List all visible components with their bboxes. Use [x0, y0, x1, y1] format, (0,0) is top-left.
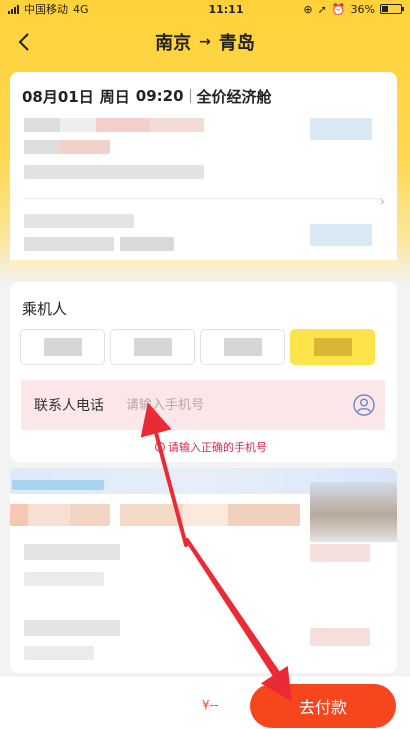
network-type: 4G	[73, 2, 89, 16]
contact-phone-row: 联系人电话	[21, 380, 385, 430]
battery-icon	[379, 4, 404, 14]
alarm-icon: ⏰	[331, 2, 346, 16]
blurred-passenger-name	[43, 338, 82, 356]
blurred-row	[24, 544, 120, 560]
blurred-row	[310, 628, 370, 646]
contact-picker-icon[interactable]	[353, 394, 375, 416]
blurred-row	[24, 620, 120, 636]
flight-summary: 08月01日 周日 09:20 全价经济舱	[10, 72, 397, 120]
flight-weekday: 周日	[99, 87, 130, 106]
flight-card[interactable]: 08月01日 周日 09:20 全价经济舱 ›	[10, 72, 397, 268]
blurred-passenger-name	[133, 338, 172, 356]
blurred-banner	[12, 480, 104, 490]
blurred-passenger-name	[223, 338, 262, 356]
signal-icon	[8, 4, 19, 14]
blurred-banner	[310, 482, 397, 542]
carrier-name: 中国移动	[24, 3, 68, 16]
card-divider	[24, 198, 384, 199]
blurred-flight-detail	[24, 214, 134, 228]
divider	[189, 89, 191, 103]
route-to: 青岛	[218, 33, 255, 54]
page-title: 南京 → 青岛	[155, 29, 255, 55]
card-bottom-fade	[10, 260, 397, 268]
total-price: ¥--	[202, 698, 219, 712]
passenger-chip[interactable]	[110, 329, 195, 365]
status-time: 11:11	[208, 2, 244, 16]
blurred-row	[310, 544, 370, 562]
route-arrow: →	[199, 34, 211, 50]
contact-phone-label: 联系人电话	[34, 398, 104, 414]
cabin-class: 全价经济舱	[196, 87, 272, 106]
blurred-flight-detail	[24, 118, 204, 132]
blurred-info-card	[10, 468, 397, 673]
battery-percent: 36%	[350, 2, 375, 16]
blurred-banner	[10, 504, 110, 526]
status-right: ⊕ ➚ ⏰ 36%	[303, 2, 404, 16]
status-left: 中国移动 4G	[8, 1, 89, 17]
passenger-chip[interactable]	[20, 329, 105, 365]
passenger-list	[20, 329, 375, 365]
blurred-flight-detail	[310, 224, 372, 246]
contact-phone-input[interactable]	[126, 397, 336, 413]
location-icon: ➚	[317, 2, 327, 16]
blurred-row	[24, 646, 94, 660]
blurred-banner	[120, 504, 300, 526]
route-from: 南京	[155, 33, 192, 54]
error-icon: !	[155, 442, 165, 452]
pay-button[interactable]: 去付款	[250, 684, 396, 728]
blurred-flight-detail	[310, 118, 372, 140]
passenger-chip-selected[interactable]	[290, 329, 375, 365]
blurred-passenger-name	[313, 338, 352, 356]
status-bar: 中国移动 4G 11:11 ⊕ ➚ ⏰ 36%	[0, 0, 410, 18]
chevron-right-icon: ›	[379, 194, 385, 210]
passenger-title: 乘机人	[22, 300, 68, 318]
passenger-card: 乘机人 联系人电话 ! 请输入正确的手机号	[10, 282, 397, 462]
blurred-row	[24, 572, 104, 586]
nav-bar: 南京 → 青岛	[0, 22, 410, 62]
bottom-bar: ¥-- 去付款	[0, 675, 410, 729]
chevron-left-icon	[18, 33, 29, 51]
phone-error-message: ! 请输入正确的手机号	[155, 439, 267, 455]
back-button[interactable]	[10, 26, 38, 58]
blurred-flight-detail	[24, 140, 110, 154]
lock-rotation-icon: ⊕	[303, 2, 313, 16]
blurred-flight-detail	[24, 237, 174, 251]
blurred-flight-detail	[24, 165, 204, 179]
passenger-chip[interactable]	[200, 329, 285, 365]
phone-error-text: 请输入正确的手机号	[168, 441, 267, 454]
flight-time: 09:20	[135, 87, 184, 105]
flight-date: 08月01日	[22, 87, 94, 106]
